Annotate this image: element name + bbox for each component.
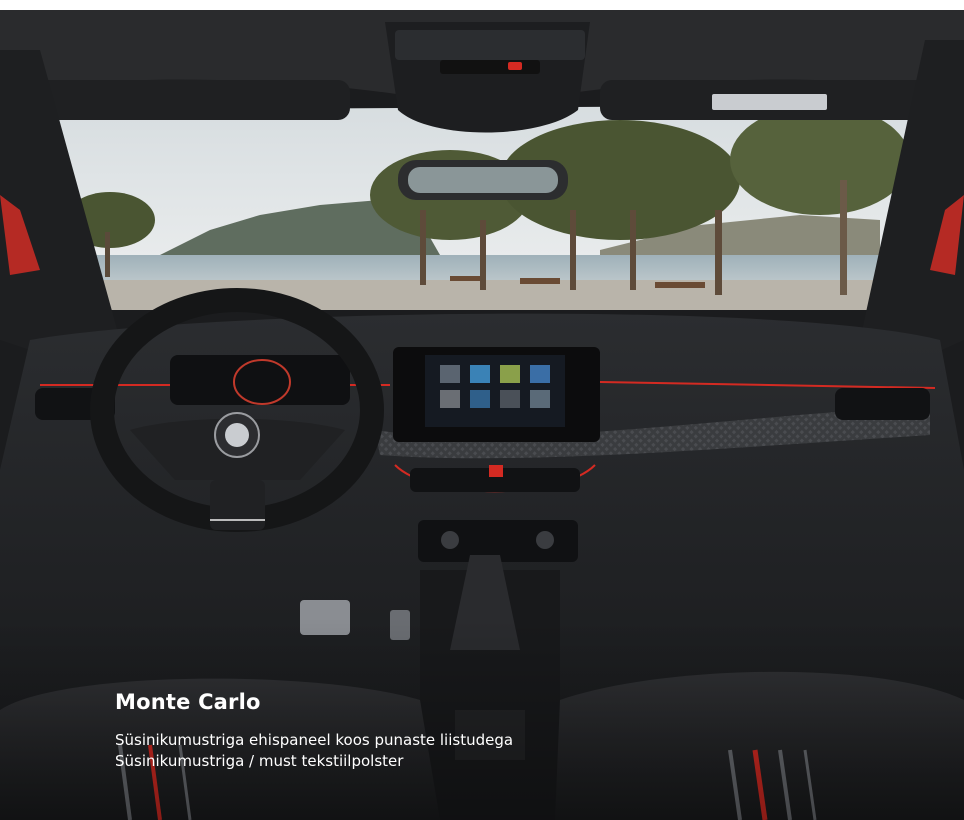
caption-line-2: Süsinikumustriga / must tekstiilpolster xyxy=(115,752,404,770)
caption: Monte Carlo Süsinikumustriga ehispaneel … xyxy=(115,690,715,772)
windshield-view xyxy=(55,105,930,310)
caption-title: Monte Carlo xyxy=(115,690,261,714)
caption-line-1: Süsinikumustriga ehispaneel koos punaste… xyxy=(115,731,514,749)
photo-frame: Monte Carlo Süsinikumustriga ehispaneel … xyxy=(0,10,964,820)
